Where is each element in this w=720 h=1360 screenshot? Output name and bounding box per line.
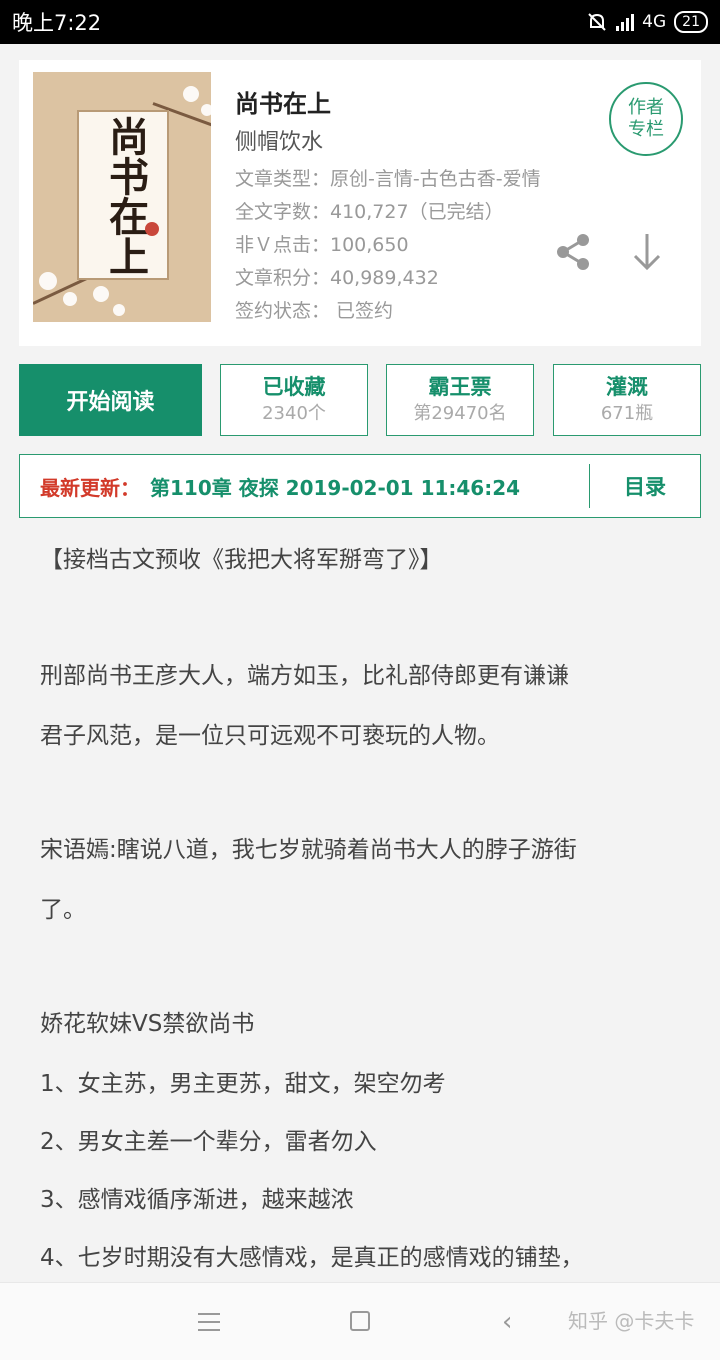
guangai-label: 灌溉 — [606, 375, 648, 399]
collect-count: 2340个 — [262, 403, 326, 424]
book-author[interactable]: 侧帽饮水 — [235, 124, 323, 156]
author-column-line1: 作者 — [628, 97, 664, 118]
back-icon[interactable]: ‹ — [502, 1309, 512, 1335]
author-column-line2: 专栏 — [628, 119, 664, 140]
bawang-label: 霸王票 — [428, 375, 492, 399]
guangai-button[interactable]: 灌溉 671瓶 — [553, 364, 701, 436]
description-line: 娇花软妹VS禁欲尚书 — [40, 1011, 255, 1037]
menu-icon[interactable] — [198, 1313, 220, 1331]
share-icon[interactable] — [551, 230, 595, 274]
cover-seal — [145, 222, 159, 236]
mute-bell-icon — [588, 13, 606, 31]
description-line: 刑部尚书王彦大人，端方如玉，比礼部侍郎更有谦谦 — [40, 663, 569, 689]
description-line: 2、男女主差一个辈分，雷者勿入 — [40, 1129, 377, 1155]
clock: 晚上7:22 — [12, 11, 102, 35]
meta-score: 文章积分：40,989,432 — [235, 267, 439, 289]
description-line: 【接档古文预收《我把大将军掰弯了》】 — [40, 547, 443, 573]
description-line: 4、七岁时期没有大感情戏，是真正的感情戏的铺垫， — [40, 1245, 584, 1271]
description-line: 君子风范，是一位只可远观不可亵玩的人物。 — [40, 723, 500, 749]
home-icon[interactable] — [350, 1311, 370, 1331]
meta-word-count: 全文字数：410,727（已完结） — [235, 201, 504, 223]
book-info-card: 尚书在上 尚书在上 侧帽饮水 文章类型：原创-言情-古色古香-爱情 全文字数：4… — [19, 60, 701, 346]
bawang-rank: 第29470名 — [413, 403, 507, 424]
book-cover[interactable]: 尚书在上 — [33, 72, 211, 322]
network-type: 4G — [642, 12, 667, 32]
description-line: 宋语嫣:瞎说八道，我七岁就骑着尚书大人的脖子游街 — [40, 837, 577, 863]
latest-update-bar: 最新更新： 第110章 夜探 2019-02-01 11:46:24 目录 — [19, 454, 701, 518]
cover-title: 尚书在上 — [102, 116, 149, 276]
start-reading-button[interactable]: 开始阅读 — [19, 364, 202, 436]
author-column-button[interactable]: 作者 专栏 — [609, 82, 683, 156]
status-icons: 4G 21 — [586, 11, 708, 33]
collect-label: 已收藏 — [262, 375, 326, 399]
latest-update-label: 最新更新： — [40, 475, 140, 500]
book-title: 尚书在上 — [235, 90, 331, 118]
guangai-count: 671瓶 — [600, 403, 654, 424]
latest-chapter-link[interactable]: 第110章 夜探 2019-02-01 11:46:24 — [150, 472, 589, 501]
meta-genre: 文章类型：原创-言情-古色古香-爱情 — [235, 168, 541, 190]
toc-button[interactable]: 目录 — [590, 471, 700, 501]
bawang-button[interactable]: 霸王票 第29470名 — [386, 364, 534, 436]
description-line: 了。 — [40, 897, 86, 923]
meta-contract: 签约状态： 已签约 — [235, 300, 394, 322]
description-line: 1、女主苏，男主更苏，甜文，架空勿考 — [40, 1071, 446, 1097]
system-nav-bar: ‹ 知乎 @卡夫卡 — [0, 1282, 720, 1360]
signal-icon — [616, 13, 635, 31]
collect-button[interactable]: 已收藏 2340个 — [220, 364, 368, 436]
status-bar: 晚上7:22 4G 21 — [0, 0, 720, 44]
description-line: 3、感情戏循序渐进，越来越浓 — [40, 1187, 354, 1213]
download-icon[interactable] — [627, 230, 667, 274]
meta-clicks: 非Ｖ点击：100,650 — [235, 234, 409, 256]
battery-icon: 21 — [674, 11, 708, 33]
watermark: 知乎 @卡夫卡 — [568, 1309, 695, 1333]
